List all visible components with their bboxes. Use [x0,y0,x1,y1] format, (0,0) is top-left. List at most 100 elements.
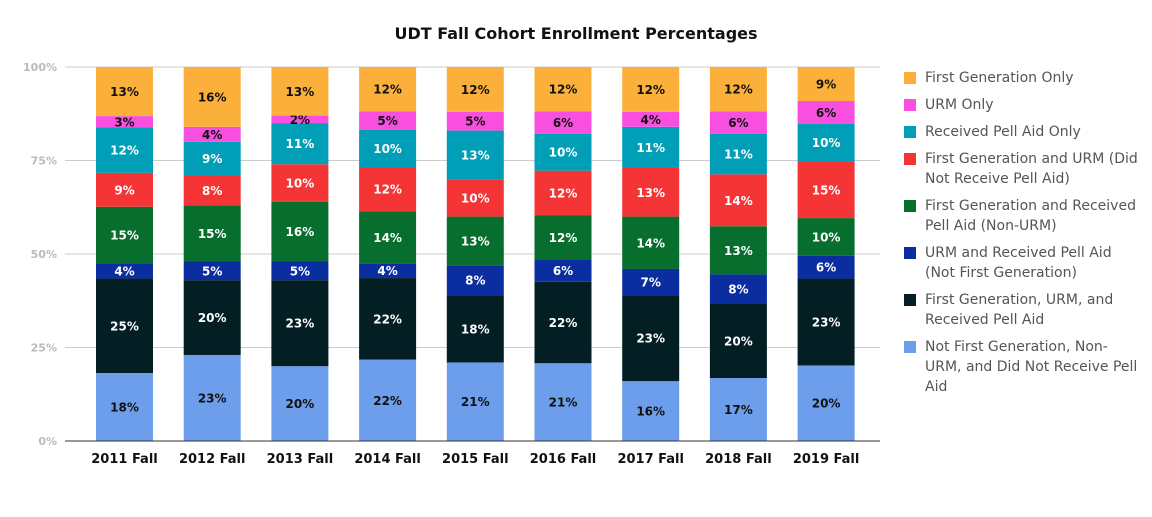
data-label: 5% [290,264,310,278]
data-label: 4% [377,264,397,278]
chart-legend: First Generation Only URM Only Received Pe… [904,68,1144,404]
data-label: 11% [286,137,315,151]
data-label: 12% [373,183,402,197]
data-label: 18% [110,401,139,415]
data-label: 10% [286,176,315,190]
data-label: 23% [812,316,841,330]
x-tick-label: 2011 Fall [91,452,158,467]
legend-swatch [904,247,916,259]
data-label: 4% [641,113,661,127]
data-label: 12% [549,83,578,97]
y-tick-label: 0% [38,435,57,448]
data-label: 9% [816,78,836,92]
data-label: 6% [728,116,748,130]
legend-swatch [904,72,916,84]
data-label: 6% [553,116,573,130]
data-label: 15% [198,227,227,241]
x-tick-label: 2017 Fall [617,452,684,467]
data-label: 20% [724,335,753,349]
legend-swatch [904,99,916,111]
data-label: 4% [202,128,222,142]
legend-swatch [904,153,916,165]
x-tick-label: 2016 Fall [530,452,597,467]
legend-label: Not First Generation, Non-URM, and Did N… [925,339,1138,395]
data-label: 13% [286,85,315,99]
legend-label: First Generation Only [925,70,1074,86]
legend-item: URM Only [904,95,1144,115]
legend-swatch [904,294,916,306]
legend-label: First Generation and Received Pell Aid (… [925,198,1136,234]
legend-item: URM and Received Pell Aid (Not First Gen… [904,243,1144,283]
data-label: 17% [724,403,753,417]
data-label: 16% [286,225,315,239]
legend-swatch [904,200,916,212]
data-label: 22% [549,316,578,330]
legend-item: First Generation and Received Pell Aid (… [904,196,1144,236]
data-label: 13% [461,234,490,248]
data-label: 20% [812,397,841,411]
data-label: 10% [373,142,402,156]
data-label: 23% [636,332,665,346]
data-label: 6% [553,264,573,278]
legend-item: Received Pell Aid Only [904,122,1144,142]
data-label: 25% [110,319,139,333]
data-label: 16% [198,90,227,104]
data-label: 23% [198,391,227,405]
data-label: 5% [465,115,485,129]
data-label: 7% [641,276,661,290]
data-label: 9% [114,183,134,197]
data-label: 9% [202,152,222,166]
data-label: 20% [198,311,227,325]
data-label: 12% [373,83,402,97]
data-label: 3% [114,115,134,129]
legend-label: URM Only [925,97,994,113]
data-label: 5% [202,264,222,278]
legend-item: First Generation and URM (Did Not Receiv… [904,149,1144,189]
data-label: 15% [812,183,841,197]
data-label: 13% [636,186,665,200]
data-label: 10% [461,191,490,205]
data-label: 8% [465,274,485,288]
data-label: 22% [373,394,402,408]
x-tick-label: 2013 Fall [267,452,334,467]
data-label: 15% [110,229,139,243]
data-label: 20% [286,397,315,411]
data-label: 12% [724,83,753,97]
data-label: 8% [202,184,222,198]
x-tick-label: 2014 Fall [354,452,421,467]
x-tick-label: 2015 Fall [442,452,509,467]
data-label: 5% [377,114,397,128]
data-label: 12% [549,231,578,245]
data-label: 13% [461,148,490,162]
y-tick-label: 50% [31,248,57,261]
data-label: 16% [636,405,665,419]
data-label: 12% [636,83,665,97]
data-label: 18% [461,322,490,336]
data-label: 11% [636,141,665,155]
legend-item: First Generation, URM, and Received Pell… [904,290,1144,330]
data-label: 14% [373,231,402,245]
y-tick-label: 75% [31,155,57,168]
legend-item: First Generation Only [904,68,1144,88]
legend-swatch [904,341,916,353]
data-label: 13% [724,244,753,258]
data-label: 10% [812,136,841,150]
data-label: 6% [816,261,836,275]
data-label: 12% [461,83,490,97]
data-label: 12% [549,186,578,200]
data-label: 14% [724,194,753,208]
y-tick-label: 100% [23,61,57,74]
data-label: 10% [549,146,578,160]
x-tick-label: 2018 Fall [705,452,772,467]
x-tick-label: 2012 Fall [179,452,246,467]
data-label: 10% [812,231,841,245]
legend-label: URM and Received Pell Aid (Not First Gen… [925,245,1112,281]
legend-label: First Generation, URM, and Received Pell… [925,292,1114,328]
legend-swatch [904,126,916,138]
x-tick-label: 2019 Fall [793,452,860,467]
legend-item: Not First Generation, Non-URM, and Did N… [904,337,1144,397]
data-label: 23% [286,317,315,331]
legend-label: Received Pell Aid Only [925,124,1081,140]
data-label: 6% [816,106,836,120]
chart-plot-area: 0% 25% 50% 75% 100% 18% 25% 4% 15% 9% 12% 3% 13% 2011… [23,61,880,467]
